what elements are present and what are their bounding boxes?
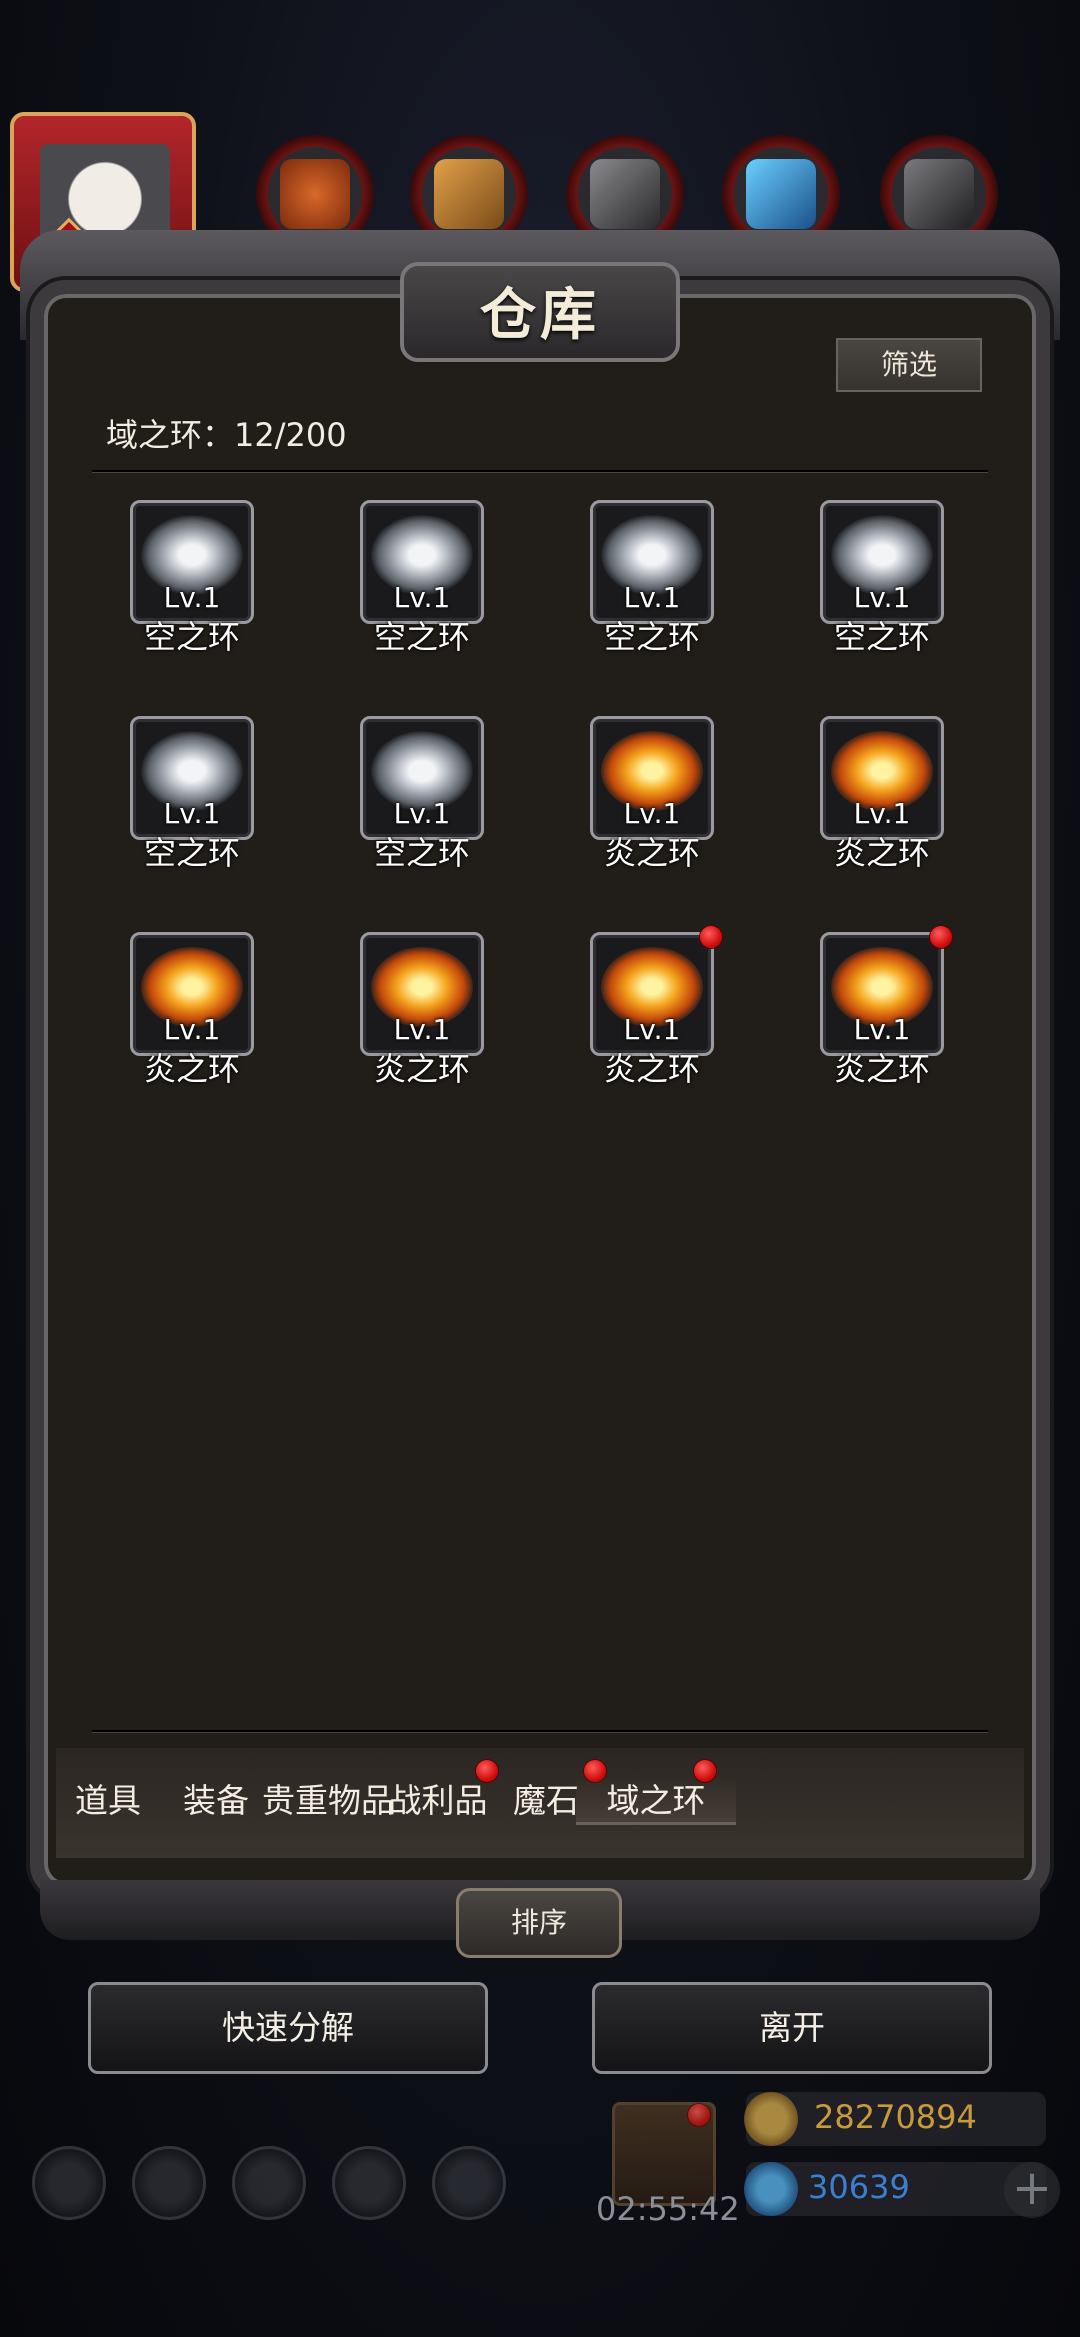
item-name: 炎之环: [603, 1050, 700, 1088]
capacity-count: 域之环：12/200: [106, 416, 347, 454]
item-level: Lv.1: [163, 797, 221, 830]
item-frame: Lv.1: [130, 716, 254, 840]
gold-coin-icon: [744, 2092, 798, 2146]
gift-timer: 02:55:42: [596, 2190, 740, 2228]
filter-button[interactable]: 筛选: [836, 338, 982, 392]
item-name: 炎之环: [373, 1050, 470, 1088]
add-currency-button[interactable]: +: [1004, 2162, 1060, 2218]
item-name: 炎之环: [603, 834, 700, 872]
category-tabs: 道具 装备 贵重物品 战利品 魔石 域之环: [56, 1760, 1024, 1840]
new-item-dot: [930, 926, 952, 948]
item-level: Lv.1: [623, 581, 681, 614]
mail-icon[interactable]: [332, 2146, 406, 2220]
item-level: Lv.1: [853, 581, 911, 614]
item-name: 空之环: [603, 618, 700, 656]
settings-gear-icon[interactable]: [32, 2146, 106, 2220]
quick-decompose-button[interactable]: 快速分解: [88, 1982, 488, 2074]
gem-icon: [744, 2162, 798, 2216]
item-level: Lv.1: [853, 797, 911, 830]
item-slot[interactable]: Lv.1 空之环: [130, 716, 260, 916]
item-slot[interactable]: Lv.1 空之环: [130, 500, 260, 700]
item-name: 空之环: [373, 618, 470, 656]
item-slot[interactable]: Lv.1 炎之环: [820, 716, 950, 916]
leave-button[interactable]: 离开: [592, 1982, 992, 2074]
item-frame: Lv.1: [130, 932, 254, 1056]
item-name: 炎之环: [143, 1050, 240, 1088]
item-name: 空之环: [833, 618, 930, 656]
item-slot[interactable]: Lv.1 炎之环: [130, 932, 260, 1132]
item-level: Lv.1: [163, 1013, 221, 1046]
item-level: Lv.1: [853, 1013, 911, 1046]
item-slot[interactable]: Lv.1 空之环: [820, 500, 950, 700]
item-level: Lv.1: [163, 581, 221, 614]
item-name: 空之环: [143, 618, 240, 656]
item-frame: Lv.1: [820, 932, 944, 1056]
tab-notification-dot: [694, 1760, 716, 1782]
item-slot[interactable]: Lv.1 炎之环: [820, 926, 952, 1132]
item-level: Lv.1: [393, 797, 451, 830]
badge-star-icon[interactable]: [132, 2146, 206, 2220]
temple-icon[interactable]: [232, 2146, 306, 2220]
item-name: 空之环: [373, 834, 470, 872]
item-slot[interactable]: Lv.1 空之环: [360, 716, 490, 916]
item-frame: Lv.1: [130, 500, 254, 624]
item-level: Lv.1: [393, 581, 451, 614]
item-slot[interactable]: Lv.1 炎之环: [360, 932, 490, 1132]
gold-amount: 28270894: [814, 2098, 977, 2136]
sort-button[interactable]: 排序: [456, 1888, 622, 1958]
new-item-dot: [700, 926, 722, 948]
item-frame: Lv.1: [590, 932, 714, 1056]
divider-top: [92, 470, 988, 472]
item-name: 炎之环: [833, 1050, 930, 1088]
item-frame: Lv.1: [590, 716, 714, 840]
item-level: Lv.1: [623, 1013, 681, 1046]
divider-bottom: [92, 1730, 988, 1732]
item-frame: Lv.1: [360, 932, 484, 1056]
item-name: 空之环: [143, 834, 240, 872]
gem-amount: 30639: [808, 2168, 910, 2206]
tab-5[interactable]: 域之环: [576, 1774, 736, 1825]
item-level: Lv.1: [393, 1013, 451, 1046]
item-frame: Lv.1: [360, 716, 484, 840]
item-slot[interactable]: Lv.1 空之环: [590, 500, 720, 700]
map-icon[interactable]: [432, 2146, 506, 2220]
item-slot[interactable]: Lv.1 炎之环: [590, 716, 720, 916]
item-frame: Lv.1: [590, 500, 714, 624]
item-level: Lv.1: [623, 797, 681, 830]
item-name: 炎之环: [833, 834, 930, 872]
item-slot[interactable]: Lv.1 空之环: [360, 500, 490, 700]
gift-notification-dot: [688, 2104, 710, 2126]
item-frame: Lv.1: [820, 500, 944, 624]
item-slot[interactable]: Lv.1 炎之环: [590, 926, 722, 1132]
page-title: 仓库: [480, 282, 600, 348]
item-frame: Lv.1: [360, 500, 484, 624]
item-frame: Lv.1: [820, 716, 944, 840]
